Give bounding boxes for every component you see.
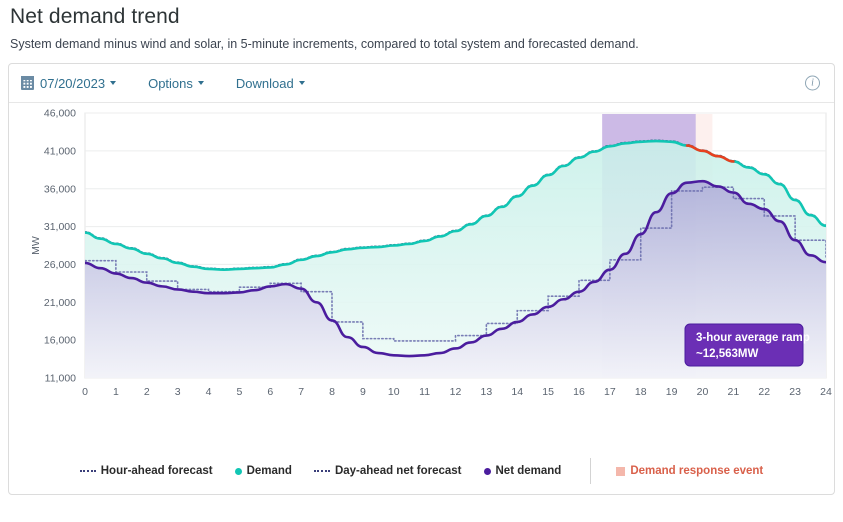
chevron-down-icon <box>298 81 305 85</box>
x-axis-tick-label: 6 <box>267 386 273 398</box>
x-axis-tick-label: 24 <box>820 386 832 398</box>
download-label: Download <box>235 75 294 91</box>
options-label: Options <box>148 75 193 91</box>
dot-icon <box>234 467 242 475</box>
x-axis-tick-label: 3 <box>175 386 181 398</box>
legend-label: Demand <box>246 465 292 477</box>
ramp-annotation-line2: ~12,563MW <box>696 348 758 360</box>
x-axis-tick-label: 0 <box>82 386 88 398</box>
x-axis-tick-label: 23 <box>789 386 801 398</box>
legend-label: Net demand <box>495 465 562 477</box>
dotted-line-icon <box>313 470 330 472</box>
x-axis-tick-label: 19 <box>666 386 678 398</box>
x-axis-tick-label: 10 <box>388 386 400 398</box>
chart-area: 11,000 16,000 21,000 26,000 31,000 36,000 41,0… <box>9 103 834 421</box>
chevron-down-icon <box>110 81 117 85</box>
legend-label: Day-ahead net forecast <box>334 465 462 477</box>
x-axis-tick-label: 15 <box>542 386 554 398</box>
y-axis-title: MW <box>30 236 42 255</box>
dot-icon <box>483 467 491 475</box>
legend-item-hour-ahead-forecast[interactable]: Hour-ahead forecast <box>79 465 213 477</box>
x-axis-tick-label: 4 <box>206 386 212 398</box>
date-picker-label: 07/20/2023 <box>40 75 106 91</box>
legend-divider <box>590 458 592 484</box>
chart-toolbar: 07/20/2023 Options Download i <box>9 64 834 103</box>
legend-item-day-ahead-net-forecast[interactable]: Day-ahead net forecast <box>313 465 462 477</box>
info-icon[interactable]: i <box>805 75 820 91</box>
x-axis-tick-label: 13 <box>481 386 493 398</box>
x-axis-tick-label: 17 <box>604 386 616 398</box>
legend-item-demand[interactable]: Demand <box>234 465 292 477</box>
x-axis-tick-label: 2 <box>144 386 150 398</box>
ramp-annotation-line1: 3-hour average ramp <box>696 332 810 344</box>
calendar-icon <box>20 76 35 90</box>
x-axis-tick-label: 12 <box>450 386 462 398</box>
dotted-line-icon <box>79 470 96 472</box>
legend-item-net-demand[interactable]: Net demand <box>483 465 562 477</box>
legend-label: Hour-ahead forecast <box>100 465 213 477</box>
y-axis-tick-label: 26,000 <box>44 259 76 271</box>
y-axis-tick-label: 11,000 <box>45 373 76 385</box>
y-axis-tick-label: 46,000 <box>44 108 76 120</box>
x-axis-tick-label: 9 <box>360 386 366 398</box>
page-title: Net demand trend <box>10 5 180 28</box>
chart-card: 07/20/2023 Options Download i 11,000 16,0… <box>8 63 835 495</box>
x-axis-tick-label: 16 <box>573 386 585 398</box>
page-subtitle: System demand minus wind and solar, in 5… <box>10 37 639 51</box>
x-axis-tick-label: 11 <box>419 386 430 398</box>
net-demand-trend-page: Net demand trend System demand minus win… <box>0 0 843 522</box>
x-axis-tick-label: 14 <box>511 386 523 398</box>
legend-item-demand-response-event[interactable]: Demand response event <box>616 465 763 477</box>
x-axis-tick-label: 18 <box>635 386 647 398</box>
y-axis-tick-label: 36,000 <box>44 183 76 195</box>
y-axis-tick-label: 31,000 <box>44 221 76 233</box>
x-axis-tick-label: 21 <box>728 386 740 398</box>
x-axis-tick-label: 1 <box>113 386 119 398</box>
chevron-down-icon <box>197 81 204 85</box>
options-menu-button[interactable]: Options <box>148 76 204 91</box>
chart-legend: Hour-ahead forecast Demand Day-ahead net… <box>9 458 834 484</box>
y-axis-tick-label: 21,000 <box>44 297 76 309</box>
x-axis-tick-label: 8 <box>329 386 335 398</box>
x-axis-tick-label: 7 <box>298 386 304 398</box>
x-axis-tick-label: 5 <box>236 386 242 398</box>
legend-label: Demand response event <box>630 465 764 477</box>
y-axis-tick-label: 16,000 <box>44 335 76 347</box>
ramp-annotation: 3-hour average ramp ~12,563MW <box>684 323 810 367</box>
download-menu-button[interactable]: Download <box>236 76 305 91</box>
y-axis-tick-label: 41,000 <box>44 145 76 157</box>
x-axis-tick-label: 22 <box>758 386 770 398</box>
square-swatch-icon <box>616 466 626 476</box>
date-picker-button[interactable]: 07/20/2023 <box>20 75 117 91</box>
net-demand-chart: 11,000 16,000 21,000 26,000 31,000 36,000 41,0… <box>30 108 832 398</box>
x-axis-tick-label: 20 <box>697 386 709 398</box>
